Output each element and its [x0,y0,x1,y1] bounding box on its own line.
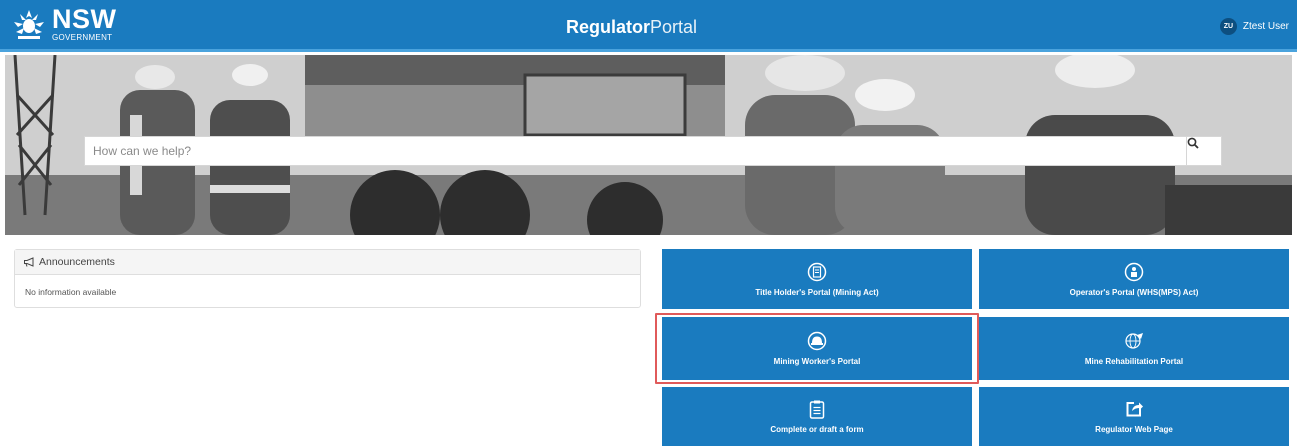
user-name: Ztest User [1242,21,1289,32]
share-icon [1126,402,1143,417]
nsw-globe-icon [1125,333,1143,349]
logo-government-text: GOVERNMENT [52,33,113,42]
tile-title-holder-portal[interactable]: Title Holder's Portal (Mining Act) [662,249,972,309]
search-input[interactable] [85,137,1185,165]
tile-regulator-web-page[interactable]: Regulator Web Page [979,387,1289,446]
tile-label: Regulator Web Page [1095,425,1173,434]
clipboard-icon [809,400,825,419]
nsw-government-logo[interactable]: NSW GOVERNMENT [10,6,117,46]
title-holder-icon [807,262,827,281]
tile-complete-draft-form[interactable]: Complete or draft a form [662,387,972,446]
search-bar [84,136,1222,166]
announcements-header: Announcements [15,250,640,275]
announcements-title: Announcements [39,256,115,268]
brand-regulator-text: Regulator [566,16,651,37]
user-menu[interactable]: ZU Ztest User [1219,18,1289,35]
tile-label: Complete or draft a form [770,425,864,434]
highlight-box [655,313,979,384]
logo-nsw-text: NSW [52,4,117,34]
waratah-icon [14,10,44,39]
tile-operator-portal[interactable]: Operator's Portal (WHS(MPS) Act) [979,249,1289,309]
brand-portal-text: Portal [650,16,698,37]
avatar: ZU [1219,18,1237,35]
regulator-portal-brand[interactable]: Regulator Portal [566,13,697,41]
search-button[interactable] [1186,137,1221,165]
announcements-empty-text: No information available [25,287,117,297]
tile-label: Operator's Portal (WHS(MPS) Act) [1069,287,1199,297]
announcements-panel: Announcements No information available [14,249,641,308]
megaphone-icon [24,257,34,267]
tile-label: Title Holder's Portal (Mining Act) [755,287,879,297]
tile-mine-rehabilitation-portal[interactable]: Mine Rehabilitation Portal [979,317,1289,380]
hero-banner [5,55,1292,235]
search-icon [1187,137,1199,149]
tile-label: Mine Rehabilitation Portal [1084,357,1184,366]
operator-icon [1124,262,1144,281]
top-header: NSW GOVERNMENT Regulator Portal ZU Ztest… [0,0,1297,52]
